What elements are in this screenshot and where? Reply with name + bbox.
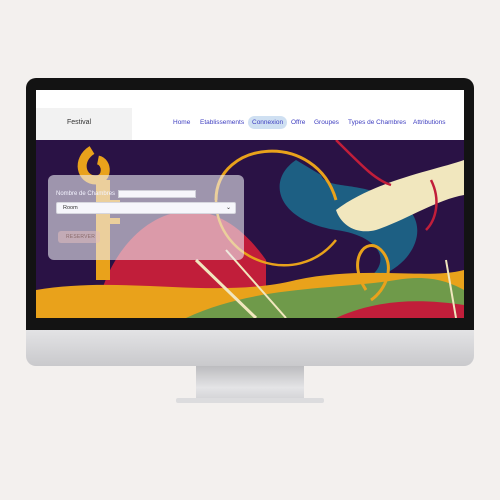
nav-attributions[interactable]: Attributions xyxy=(413,119,446,126)
room-type-select[interactable]: Room ⌄ xyxy=(56,202,236,214)
chevron-down-icon: ⌄ xyxy=(225,205,231,211)
reserve-button[interactable]: RESERVER xyxy=(58,231,100,243)
monitor-chin xyxy=(26,330,474,366)
monitor-foot xyxy=(176,398,324,403)
nav-etablissements[interactable]: Etablissements xyxy=(200,119,244,126)
rooms-count-label: Nombre de Chambres xyxy=(56,191,116,197)
nav-types-de-chambres[interactable]: Types de Chambres xyxy=(348,119,406,126)
reserve-button-label: RESERVER xyxy=(66,234,96,240)
reservation-form: Nombre de Chambres Room ⌄ RESERVER xyxy=(48,175,244,260)
nav-home[interactable]: Home xyxy=(173,119,190,126)
nav-groupes[interactable]: Groupes xyxy=(314,119,339,126)
navbar: Festival Home Etablissements Connexion O… xyxy=(36,108,464,140)
screen: Festival Home Etablissements Connexion O… xyxy=(36,90,464,318)
brand-logo[interactable]: Festival xyxy=(67,119,91,126)
brand-block: Festival xyxy=(36,108,132,140)
nav-connexion[interactable]: Connexion xyxy=(248,116,288,129)
room-type-value: Room xyxy=(63,205,78,211)
rooms-count-input[interactable] xyxy=(118,190,196,198)
nav-offre[interactable]: Offre xyxy=(291,119,305,126)
monitor-stand xyxy=(196,366,304,402)
